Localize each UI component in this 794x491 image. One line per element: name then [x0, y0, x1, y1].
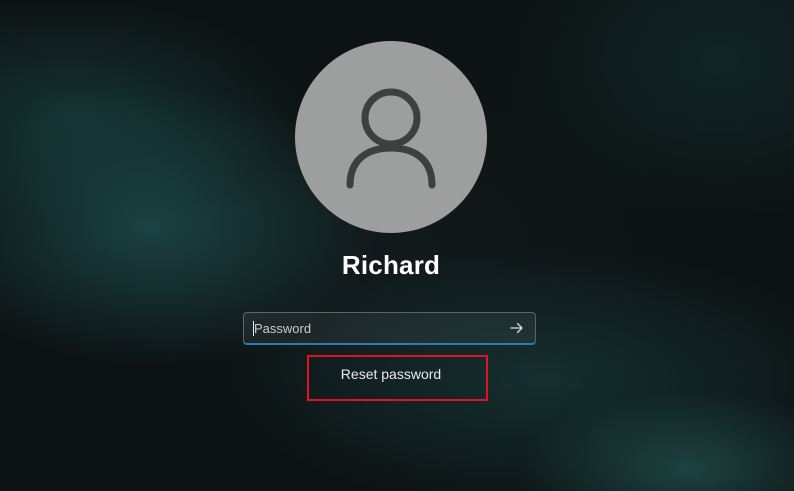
- person-icon: [346, 88, 436, 189]
- submit-button[interactable]: [505, 317, 529, 339]
- password-field[interactable]: [243, 312, 536, 345]
- reset-password-link[interactable]: Reset password: [0, 366, 782, 382]
- arrow-right-icon: [510, 322, 523, 334]
- user-name: Richard: [341, 250, 441, 280]
- password-input[interactable]: [252, 313, 494, 343]
- user-avatar: [295, 41, 487, 233]
- text-cursor: [253, 321, 254, 336]
